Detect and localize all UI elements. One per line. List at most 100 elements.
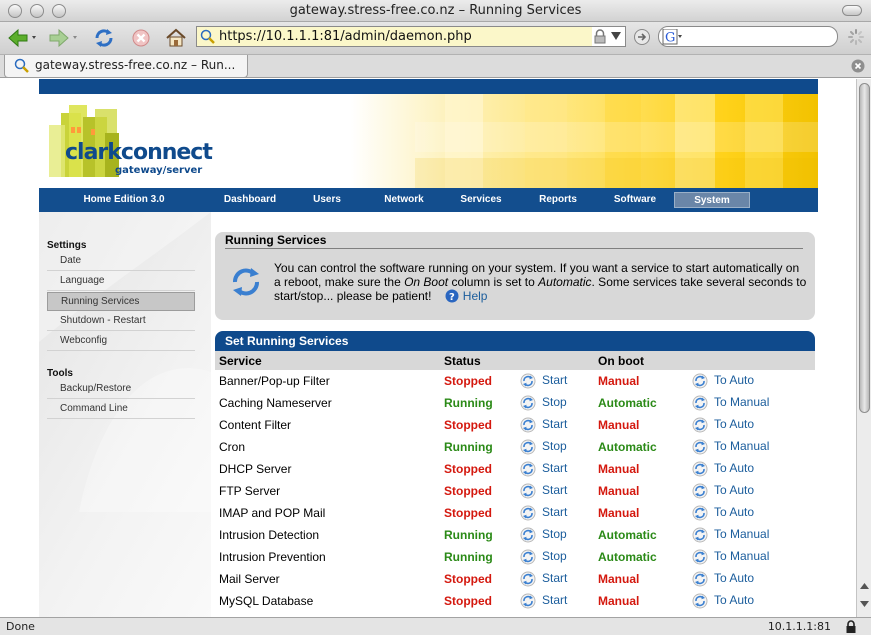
header-banner: clarkconnect gateway/server [39,94,818,188]
service-action-icon [692,483,708,499]
reload-button[interactable] [90,25,118,51]
service-status: Running [444,396,493,410]
stop-button[interactable] [127,25,155,51]
help-icon[interactable]: ? [445,289,459,303]
nav-services[interactable]: Services [443,188,519,212]
zoom-window-button[interactable] [52,4,66,18]
toolbar-toggle-button[interactable] [842,5,862,16]
status-action-link[interactable]: Start [542,505,567,519]
sidebar-item-webconfig[interactable]: Webconfig [47,332,195,351]
status-text: Done [6,620,35,633]
status-action-link[interactable]: Start [542,593,567,607]
service-action-icon [692,505,708,521]
status-action-link[interactable]: Stop [542,395,567,409]
status-action-cell: Stop [520,524,598,546]
table-row: Intrusion Detection Running Stop Automatic T… [215,524,815,546]
nav-reports[interactable]: Reports [520,188,596,212]
status-action-cell: Start [520,370,598,392]
lock-icon [594,29,606,44]
cycle-arrows-icon [233,268,259,296]
banner-decoration [415,94,818,188]
address-bar[interactable]: https://10.1.1.1:81/admin/daemon.php [196,26,626,47]
onboot-action-cell: To Auto [692,370,815,392]
status-action-link[interactable]: Start [542,571,567,585]
onboot-action-link[interactable]: To Manual [714,527,769,541]
scrollbar-thumb[interactable] [859,83,870,413]
onboot-action-link[interactable]: To Auto [714,571,754,585]
url-text: https://10.1.1.1:81/admin/daemon.php [219,29,472,44]
onboot-action-link[interactable]: To Auto [714,417,754,431]
nav-users[interactable]: Users [289,188,365,212]
status-host: 10.1.1.1:81 [767,620,831,633]
status-action-link[interactable]: Start [542,373,567,387]
services-section-title: Set Running Services [215,331,815,351]
help-link[interactable]: Help [463,289,488,303]
onboot-action-link[interactable]: To Auto [714,483,754,497]
sidebar-item-shutdown-restart[interactable]: Shutdown - Restart [47,312,195,331]
service-action-icon [692,527,708,543]
service-status: Stopped [444,462,492,476]
scroll-up-icon[interactable] [859,581,870,591]
status-action-link[interactable]: Start [542,483,567,497]
close-window-button[interactable] [8,4,22,18]
service-action-icon [520,505,536,521]
service-action-icon [520,571,536,587]
status-action-cell: Start [520,590,598,612]
onboot-action-link[interactable]: To Manual [714,395,769,409]
status-action-link[interactable]: Start [542,417,567,431]
onboot-action-link[interactable]: To Auto [714,461,754,475]
forward-button[interactable] [47,25,81,51]
onboot-action-link[interactable]: To Auto [714,505,754,519]
tab-active[interactable]: gateway.stress-free.co.nz – Run... [4,55,248,78]
nav-network[interactable]: Network [366,188,442,212]
search-box[interactable]: G [658,26,838,47]
sidebar-item-date[interactable]: Date [47,252,195,271]
nav-software[interactable]: Software [597,188,673,212]
dropdown-icon[interactable] [611,32,621,40]
table-row: MySQL Database Stopped Start Manual To Auto [215,590,815,612]
info-panel: Running Services You can control the sof… [215,232,815,320]
onboot-action-link[interactable]: To Auto [714,593,754,607]
service-action-icon [520,417,536,433]
onboot-action-cell: To Auto [692,502,815,524]
status-action-cell: Start [520,458,598,480]
onboot-action-link[interactable]: To Auto [714,373,754,387]
info-divider [225,248,803,249]
back-button[interactable] [6,25,40,51]
nav-dashboard[interactable]: Dashboard [212,188,288,212]
onboot-action-cell: To Auto [692,590,815,612]
service-action-icon [692,417,708,433]
service-action-icon [692,373,708,389]
status-action-link[interactable]: Start [542,461,567,475]
status-action-link[interactable]: Stop [542,439,567,453]
onboot-action-cell: To Auto [692,480,815,502]
onboot-action-link[interactable]: To Manual [714,439,769,453]
sidebar-item-language[interactable]: Language [47,272,195,291]
close-tab-icon[interactable] [851,59,865,73]
onboot-action-cell: To Manual [692,392,815,414]
vertical-scrollbar[interactable] [856,79,871,617]
service-status: Stopped [444,506,492,520]
sidebar-item-running-services[interactable]: Running Services [47,292,195,311]
service-status: Stopped [444,484,492,498]
service-status: Stopped [444,418,492,432]
main-navigation: Home Edition 3.0 Dashboard Users Network… [39,188,818,212]
status-action-link[interactable]: Stop [542,527,567,541]
secure-lock-icon[interactable] [845,620,857,634]
scroll-down-icon[interactable] [859,599,870,609]
nav-system[interactable]: System [674,192,750,208]
sidebar-item-backup-restore[interactable]: Backup/Restore [47,380,195,399]
sidebar-item-command-line[interactable]: Command Line [47,400,195,419]
minimize-window-button[interactable] [30,4,44,18]
home-button[interactable] [162,25,190,51]
status-action-cell: Start [520,414,598,436]
page-viewport: clarkconnect gateway/server Home Edition… [0,79,856,617]
go-icon[interactable] [633,28,651,46]
onboot-setting: Manual [598,418,640,432]
service-name: DHCP Server [219,462,292,476]
edition-label: Home Edition 3.0 [83,194,165,205]
onboot-action-link[interactable]: To Manual [714,549,769,563]
service-action-icon [520,527,536,543]
brand-name: clarkconnect [65,140,213,165]
status-action-link[interactable]: Stop [542,549,567,563]
